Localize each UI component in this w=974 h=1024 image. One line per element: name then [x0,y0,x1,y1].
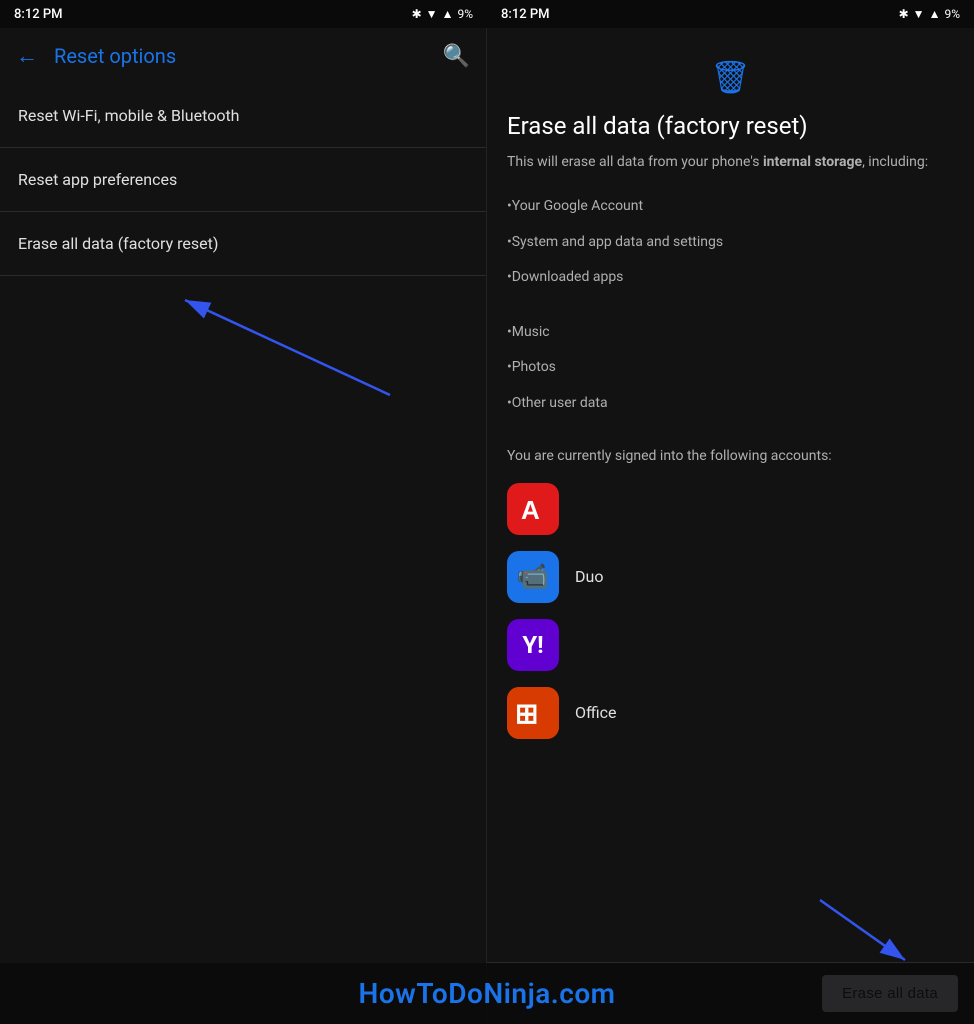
office-row: ⊞ Office [507,687,954,739]
battery-text: 9% [457,7,473,21]
search-icon[interactable]: 🔍 [443,44,470,69]
desc-end: , including: [862,154,928,170]
wifi-icon: ▼ [426,7,438,21]
duo-row: 📹 Duo [507,551,954,603]
list-item-music: •Music [507,315,954,351]
menu-item-app-prefs[interactable]: Reset app preferences [0,148,486,212]
accounts-section: You are currently signed into the follow… [507,446,954,739]
erase-description: This will erase all data from your phone… [507,152,954,173]
yahoo-row: Y! [507,619,954,671]
list-item-google: •Your Google Account [507,189,954,225]
right-status-bar: 8:12 PM ✱ ▼ ▲ 9% [487,0,974,28]
adobe-icon: A [507,483,559,535]
watermark: HowToDoNinja.com [0,963,974,1024]
office-icon: ⊞ [507,687,559,739]
menu-item-app-prefs-label: Reset app preferences [18,170,177,189]
menu-item-wifi-label: Reset Wi-Fi, mobile & Bluetooth [18,106,239,125]
svg-text:⊞: ⊞ [515,698,538,729]
split-status-bars: 8:12 PM ✱ ▼ ▲ 9% 8:12 PM ✱ ▼ ▲ 9% [0,0,974,28]
page-title: Reset options [54,44,443,68]
bluetooth-icon: ✱ [412,7,422,21]
accounts-text: You are currently signed into the follow… [507,446,954,467]
signal-icon-r: ▲ [929,7,941,21]
menu-item-wifi[interactable]: Reset Wi-Fi, mobile & Bluetooth [0,84,486,148]
duo-icon: 📹 [507,551,559,603]
right-time: 8:12 PM [501,7,550,22]
desc-bold: internal storage [763,154,862,170]
menu-item-factory-reset[interactable]: Erase all data (factory reset) [0,212,486,276]
list-item-apps: •Downloaded apps [507,260,954,296]
back-button[interactable]: ← [16,43,38,69]
battery-text-r: 9% [944,7,960,21]
duo-icon-symbol: 📹 [517,562,549,592]
list-item-userdata: •Other user data [507,386,954,422]
menu-item-factory-reset-label: Erase all data (factory reset) [18,234,218,253]
desc-text: This will erase all data from your phone… [507,154,763,170]
yahoo-symbol: Y! [522,631,543,659]
right-status-icons: ✱ ▼ ▲ 9% [899,7,960,21]
office-label: Office [575,703,617,722]
left-status-bar: 8:12 PM ✱ ▼ ▲ 9% [0,0,487,28]
right-panel: 🗑 Erase all data (factory reset) This wi… [487,28,974,1024]
bluetooth-icon-r: ✱ [899,7,909,21]
trash-icon: 🗑 [710,58,751,96]
yahoo-icon: Y! [507,619,559,671]
adobe-row: A [507,483,954,535]
watermark-text: HowToDoNinja.com [359,977,616,1010]
duo-label: Duo [575,567,603,586]
trash-icon-container: 🗑 [507,58,954,96]
left-time: 8:12 PM [14,7,63,22]
svg-text:A: A [521,495,540,525]
list-item-photos: •Photos [507,350,954,386]
left-status-icons: ✱ ▼ ▲ 9% [412,7,473,21]
right-content: 🗑 Erase all data (factory reset) This wi… [487,28,974,1024]
erase-title: Erase all data (factory reset) [507,112,954,140]
left-header: ← Reset options 🔍 [0,28,486,84]
wifi-icon-r: ▼ [913,7,925,21]
main-panels: ← Reset options 🔍 Reset Wi-Fi, mobile & … [0,28,974,1024]
left-panel: ← Reset options 🔍 Reset Wi-Fi, mobile & … [0,28,487,1024]
signal-icon: ▲ [442,7,454,21]
list-item-system: •System and app data and settings [507,225,954,261]
